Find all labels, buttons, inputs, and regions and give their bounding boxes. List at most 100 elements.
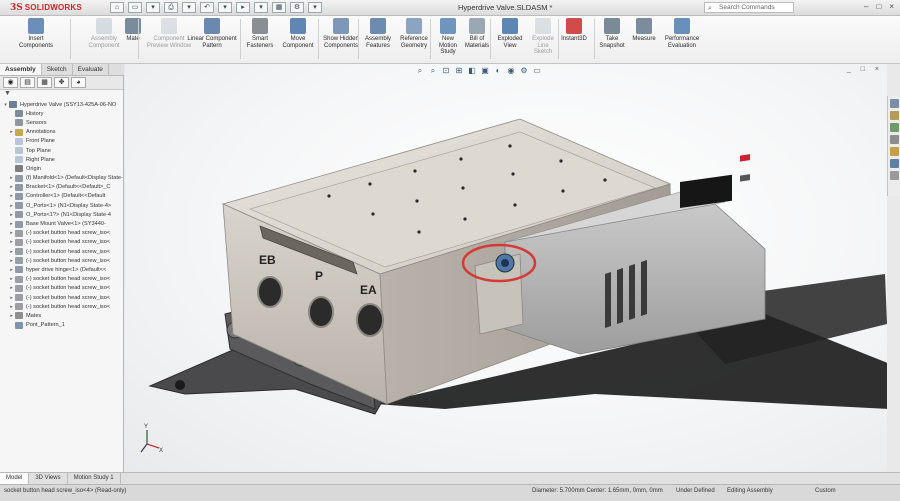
- tree-item[interactable]: ▸ Annotations: [0, 128, 123, 137]
- move-component-button[interactable]: Move Component: [280, 18, 316, 49]
- assembly-features-button[interactable]: Assembly Features: [362, 18, 394, 49]
- configuration-manager-tab-icon[interactable]: ▦: [37, 77, 52, 88]
- feature-tree-tab-icon[interactable]: ◉: [3, 77, 18, 88]
- expand-arrow-icon[interactable]: ▸: [8, 267, 15, 273]
- quick-access-icon[interactable]: ▦: [272, 2, 286, 13]
- tab-motion-study[interactable]: Motion Study 1: [68, 473, 121, 484]
- task-pane-icon[interactable]: [890, 123, 899, 132]
- expand-arrow-icon[interactable]: ▸: [8, 175, 15, 181]
- tree-item[interactable]: ▸ Mates: [0, 311, 123, 320]
- insert-components-button[interactable]: Insert Components: [12, 18, 60, 49]
- expand-arrow-icon[interactable]: ▸: [8, 304, 15, 310]
- task-pane-icon[interactable]: [890, 99, 899, 108]
- quick-access-icon[interactable]: ▾: [254, 2, 268, 13]
- tree-item[interactable]: Sensors: [0, 118, 123, 127]
- expand-arrow-icon[interactable]: ▸: [8, 230, 15, 236]
- tree-item[interactable]: ▸ O_Ports<1?> (N1<Display State-4: [0, 210, 123, 219]
- property-manager-tab-icon[interactable]: ▤: [20, 77, 35, 88]
- expand-arrow-icon[interactable]: ▸: [8, 258, 15, 264]
- task-pane-icon[interactable]: [890, 147, 899, 156]
- smart-fasteners-button[interactable]: Smart Fasteners: [243, 18, 277, 49]
- task-pane-icon[interactable]: [890, 135, 899, 144]
- tab-assembly[interactable]: Assembly: [0, 64, 42, 75]
- assembly-component-button[interactable]: Assembly Component: [80, 18, 128, 49]
- quick-access-icon[interactable]: ▾: [182, 2, 196, 13]
- feature-manager-panel: ◉ ▤ ▦ ✥ ◕ ▼ ▾ Hyperdrive Valve (SSY13-425…: [0, 76, 124, 472]
- expand-arrow-icon[interactable]: ▸: [8, 129, 15, 135]
- tab-sketch[interactable]: Sketch: [42, 64, 73, 75]
- quick-access-icon[interactable]: ▾: [308, 2, 322, 13]
- reference-geometry-button[interactable]: Reference Geometry: [397, 18, 431, 49]
- bill-of-materials-button[interactable]: Bill of Materials: [462, 18, 492, 49]
- take-snapshot-button[interactable]: Take Snapshot: [597, 18, 627, 49]
- quick-access-icon[interactable]: ▸: [236, 2, 250, 13]
- search-commands-input[interactable]: ⌕ Search Commands: [704, 2, 794, 13]
- instant3d-button[interactable]: Instant3D: [560, 18, 588, 43]
- tree-item[interactable]: ▸ Base Mount Valve<1> (SY3440-: [0, 219, 123, 228]
- show-hidden-button[interactable]: Show Hidden Components: [323, 18, 359, 49]
- tree-item[interactable]: ▸ (-) socket button head screw_iso<: [0, 247, 123, 256]
- tree-item[interactable]: ▸ Controller<1> (Default<<Default: [0, 192, 123, 201]
- task-pane-icon[interactable]: [890, 159, 899, 168]
- tree-item[interactable]: ▸ O_Ports<1> (N1<Display State-4>: [0, 201, 123, 210]
- expand-arrow-icon[interactable]: ▸: [8, 285, 15, 291]
- tab-model[interactable]: Model: [0, 473, 30, 484]
- tree-item[interactable]: ▸ (f) Manifold<1> (Default<Display State-: [0, 174, 123, 183]
- tree-item[interactable]: History: [0, 109, 123, 118]
- expand-arrow-icon[interactable]: ▸: [8, 193, 15, 199]
- task-pane-icon[interactable]: [890, 171, 899, 180]
- status-units[interactable]: Custom: [815, 488, 836, 494]
- expand-arrow-icon[interactable]: ▸: [8, 313, 15, 319]
- quick-access-icon[interactable]: ↶: [200, 2, 214, 13]
- tree-item[interactable]: Top Plane: [0, 146, 123, 155]
- expand-arrow-icon[interactable]: ▸: [8, 295, 15, 301]
- measure-button[interactable]: Measure: [631, 18, 657, 43]
- close-button[interactable]: ×: [889, 2, 894, 11]
- tree-item[interactable]: ▸ (-) socket button head screw_iso<: [0, 302, 123, 311]
- display-manager-tab-icon[interactable]: ◕: [71, 77, 86, 88]
- quick-access-icon[interactable]: ▾: [218, 2, 232, 13]
- dimxpert-tab-icon[interactable]: ✥: [54, 77, 69, 88]
- tree-item-label: (-) socket button head screw_iso<: [26, 294, 111, 301]
- filter-icon[interactable]: ▼: [0, 90, 123, 100]
- tree-item[interactable]: ▸ hyper drive hinge<1> (Default<<: [0, 265, 123, 274]
- tree-item[interactable]: Pont_Pattern_1: [0, 321, 123, 330]
- expand-arrow-icon[interactable]: ▸: [8, 249, 15, 255]
- tree-item[interactable]: ▾ Hyperdrive Valve (SSY13-425A-06-NO: [0, 100, 123, 109]
- tree-item[interactable]: Right Plane: [0, 155, 123, 164]
- expand-arrow-icon[interactable]: ▸: [8, 239, 15, 245]
- mate-button[interactable]: Mate: [122, 18, 144, 43]
- linear-pattern-button[interactable]: Linear Component Pattern: [182, 18, 242, 49]
- graphics-area[interactable]: ⌕ ⌕ ⊡ ⊞ ◧ ▣ ◐ ◉ ⚙ ▭ _ □ × EB P EA X Y: [125, 64, 887, 472]
- tree-item[interactable]: ▸ Bracket<1> (Default<<Default>_C: [0, 183, 123, 192]
- tab-3d-views[interactable]: 3D Views: [29, 473, 68, 484]
- tree-item[interactable]: Origin: [0, 164, 123, 173]
- expand-arrow-icon[interactable]: ▸: [8, 184, 15, 190]
- tree-item[interactable]: ▸ (-) socket button head screw_iso<: [0, 284, 123, 293]
- tree-item[interactable]: ▸ (-) socket button head screw_iso<: [0, 229, 123, 238]
- minimize-button[interactable]: –: [864, 2, 868, 11]
- tree-item[interactable]: ▸ (-) socket button head screw_iso<: [0, 238, 123, 247]
- expand-arrow-icon[interactable]: ▸: [8, 221, 15, 227]
- exploded-view-button[interactable]: Exploded View: [495, 18, 525, 49]
- quick-access-icon[interactable]: ▭: [128, 2, 142, 13]
- new-motion-study-button[interactable]: New Motion Study: [435, 18, 461, 56]
- expand-arrow-icon[interactable]: ▸: [8, 212, 15, 218]
- tree-item[interactable]: ▸ (-) socket button head screw_iso<: [0, 275, 123, 284]
- tab-evaluate[interactable]: Evaluate: [73, 64, 109, 75]
- quick-access-icon[interactable]: ▾: [146, 2, 160, 13]
- expand-arrow-icon[interactable]: ▾: [2, 102, 9, 108]
- task-pane-icon[interactable]: [890, 111, 899, 120]
- performance-evaluation-button[interactable]: Performance Evaluation: [662, 18, 702, 49]
- expand-arrow-icon[interactable]: ▸: [8, 276, 15, 282]
- tree-item[interactable]: ▸ (-) socket button head screw_iso<: [0, 293, 123, 302]
- tree-item[interactable]: ▸ (-) socket button head screw_iso<: [0, 256, 123, 265]
- quick-access-icon[interactable]: ⎙: [164, 2, 178, 13]
- quick-access-icon[interactable]: ⌂: [110, 2, 124, 13]
- solidworks-logo[interactable]: 3S SOLIDWORKS: [10, 1, 82, 15]
- tree-item[interactable]: Front Plane: [0, 137, 123, 146]
- maximize-button[interactable]: □: [876, 2, 881, 11]
- explode-line-sketch-button[interactable]: Explode Line Sketch: [528, 18, 558, 56]
- expand-arrow-icon[interactable]: ▸: [8, 203, 15, 209]
- quick-access-icon[interactable]: ⚙: [290, 2, 304, 13]
